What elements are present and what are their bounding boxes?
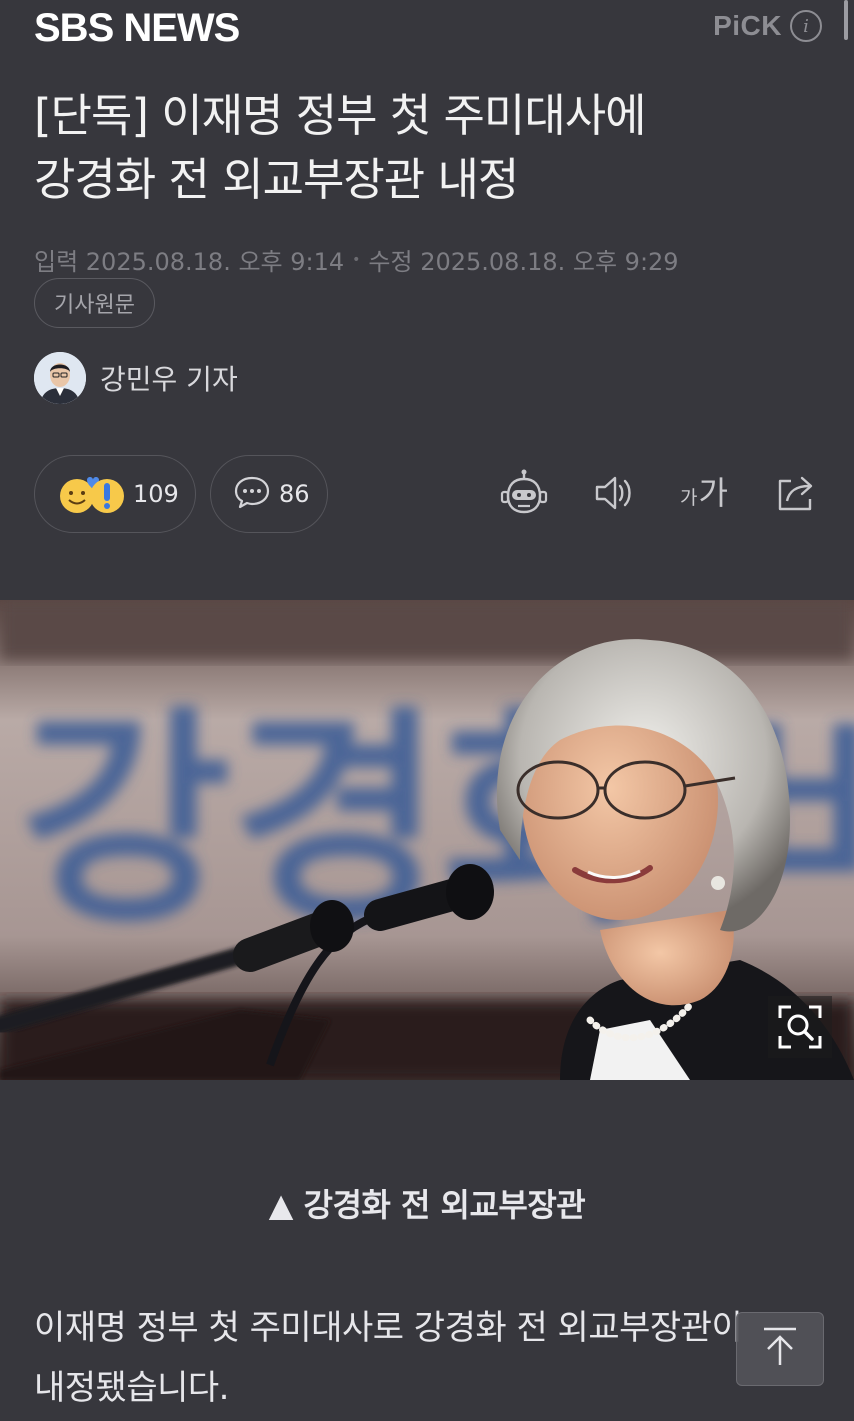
reporter-name[interactable]: 강민우 기자 bbox=[100, 358, 238, 398]
scrollbar[interactable] bbox=[844, 0, 848, 40]
comment-icon bbox=[233, 474, 271, 514]
share-icon[interactable] bbox=[770, 466, 822, 520]
font-size-icon[interactable]: 가 가 bbox=[674, 466, 734, 520]
body-line: 내정됐습니다. bbox=[34, 1368, 230, 1408]
input-time: 입력 2025.08.18. 오후 9:14 bbox=[34, 248, 345, 276]
robot-summary-icon[interactable] bbox=[496, 466, 552, 520]
article-photo[interactable]: 강경화 비 bbox=[0, 600, 854, 1080]
comments-button[interactable]: 86 bbox=[210, 455, 328, 533]
modified-time: 수정 2025.08.18. 오후 9:29 bbox=[368, 248, 679, 276]
pick-badge[interactable]: PiCK i bbox=[713, 10, 822, 42]
comment-count: 86 bbox=[279, 480, 310, 508]
font-size-small: 가 bbox=[680, 487, 698, 509]
reactions-button[interactable]: 109 bbox=[34, 455, 196, 533]
pick-label: PiCK bbox=[713, 10, 782, 41]
article-page: SBS NEWS PiCK i [단독] 이재명 정부 첫 주미대사에 강경화 … bbox=[0, 0, 854, 1421]
reaction-count: 109 bbox=[133, 480, 179, 508]
meta-separator: • bbox=[352, 251, 361, 268]
reaction-emoji-icon bbox=[55, 472, 125, 516]
article-body: 이재명 정부 첫 주미대사로 강경화 전 외교부장관이 내정됐습니다. bbox=[34, 1298, 824, 1418]
reporter[interactable]: 강민우 기자 bbox=[34, 352, 238, 404]
original-article-button[interactable]: 기사원문 bbox=[34, 278, 155, 328]
sbs-news-logo[interactable]: SBS NEWS bbox=[34, 6, 240, 51]
header: SBS NEWS PiCK i bbox=[0, 0, 854, 70]
scroll-to-top-button[interactable] bbox=[736, 1312, 824, 1386]
headline-line: 강경화 전 외교부장관 내정 bbox=[34, 153, 519, 206]
zoom-icon[interactable] bbox=[768, 996, 832, 1058]
font-size-large: 가 bbox=[698, 474, 728, 512]
speaker-icon[interactable] bbox=[586, 466, 640, 520]
reporter-avatar[interactable] bbox=[34, 352, 86, 404]
info-icon[interactable]: i bbox=[790, 10, 822, 42]
arrow-up-icon bbox=[760, 1325, 800, 1373]
headline-line: [단독] 이재명 정부 첫 주미대사에 bbox=[34, 89, 647, 142]
article-headline: [단독] 이재명 정부 첫 주미대사에 강경화 전 외교부장관 내정 bbox=[34, 84, 824, 212]
article-meta: 입력 2025.08.18. 오후 9:14 • 수정 2025.08.18. … bbox=[34, 242, 679, 277]
photo-caption: ▲ 강경화 전 외교부장관 bbox=[268, 1186, 586, 1224]
body-line: 이재명 정부 첫 주미대사로 강경화 전 외교부장관이 bbox=[34, 1308, 743, 1348]
